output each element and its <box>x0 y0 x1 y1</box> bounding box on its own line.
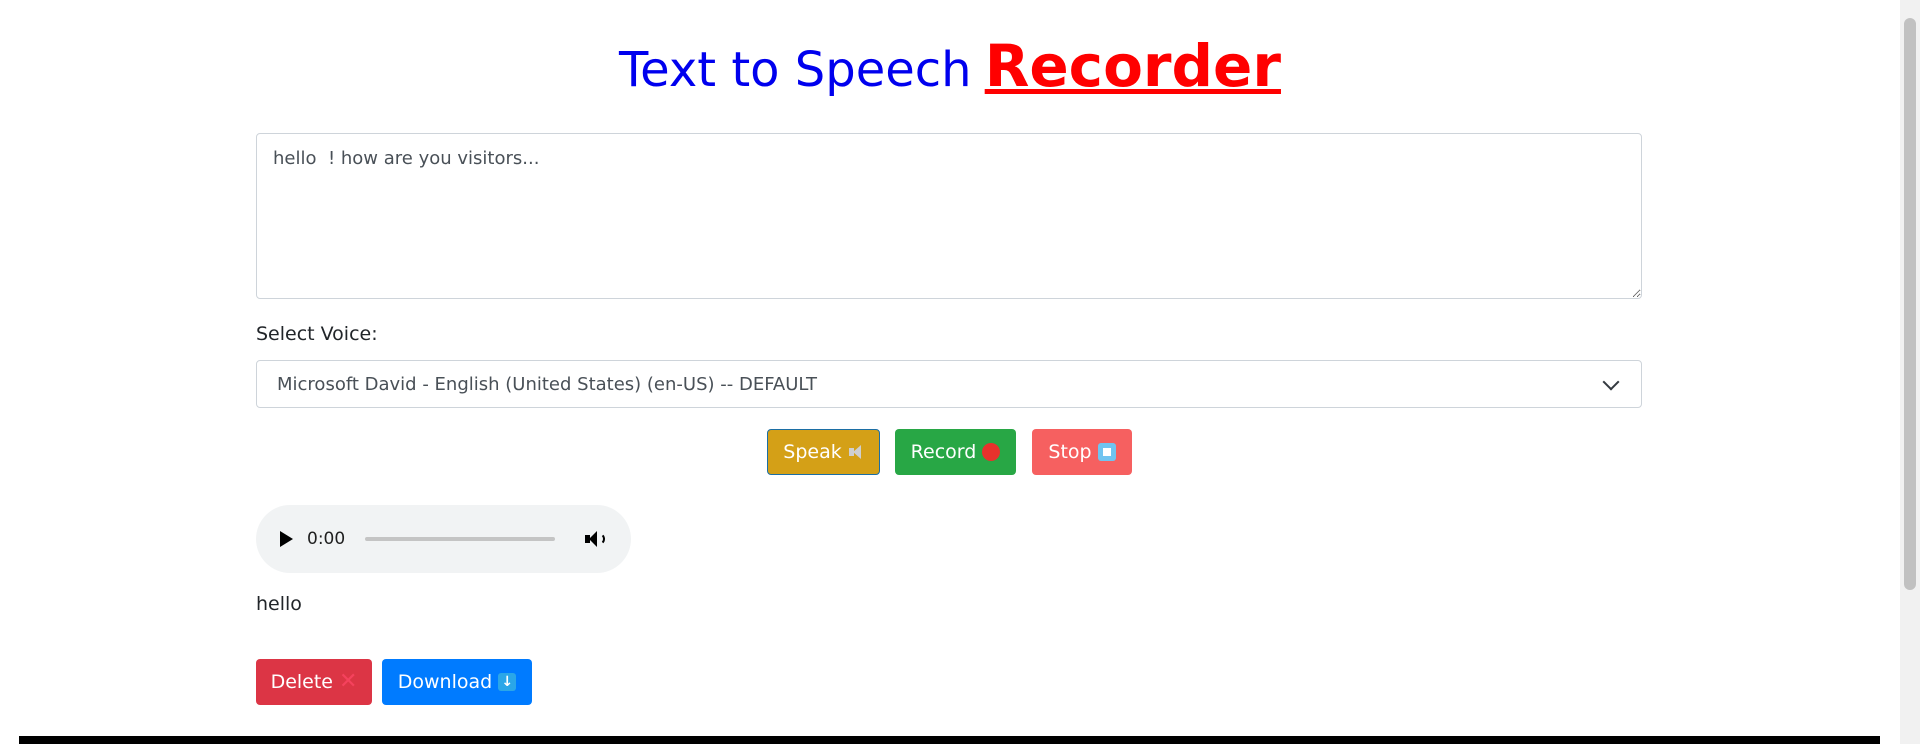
download-arrow-icon: ↓ <box>498 673 517 691</box>
title-main: Text to Speech <box>619 42 972 98</box>
title-accent: Recorder <box>984 32 1281 100</box>
speak-button-label: Speak <box>783 441 842 463</box>
stop-button[interactable]: Stop <box>1032 429 1132 475</box>
audio-player: 0:00 <box>256 505 631 573</box>
delete-button-label: Delete <box>270 671 333 693</box>
scrollbar[interactable] <box>1900 0 1920 744</box>
cross-icon: ✕ <box>339 669 358 694</box>
stop-square-icon <box>1097 443 1116 461</box>
voice-selected-value: Microsoft David - English (United States… <box>277 373 817 395</box>
stop-button-label: Stop <box>1048 441 1092 463</box>
footer-bar <box>19 736 1880 744</box>
select-voice-label: Select Voice: <box>256 323 378 345</box>
speaker-icon <box>848 444 864 460</box>
download-button-label: Download <box>397 671 493 693</box>
record-dot-icon <box>982 443 1001 461</box>
delete-button[interactable]: Delete ✕ <box>256 659 372 705</box>
play-icon[interactable] <box>280 531 293 547</box>
speak-button[interactable]: Speak <box>767 429 880 475</box>
scrollbar-thumb[interactable] <box>1904 18 1916 590</box>
record-button[interactable]: Record <box>895 429 1016 475</box>
audio-time: 0:00 <box>307 529 346 549</box>
download-button[interactable]: Download ↓ <box>382 659 532 705</box>
record-button-label: Record <box>910 441 977 463</box>
volume-icon[interactable] <box>585 529 606 549</box>
page-title: Text to Speech Recorder <box>0 32 1900 112</box>
speech-textarea[interactable]: hello ! how are you visitors... <box>256 133 1642 299</box>
audio-progress-track[interactable] <box>365 537 556 541</box>
recording-text: hello <box>256 593 302 615</box>
chevron-down-icon <box>1602 373 1620 390</box>
voice-select[interactable]: Microsoft David - English (United States… <box>256 360 1642 408</box>
